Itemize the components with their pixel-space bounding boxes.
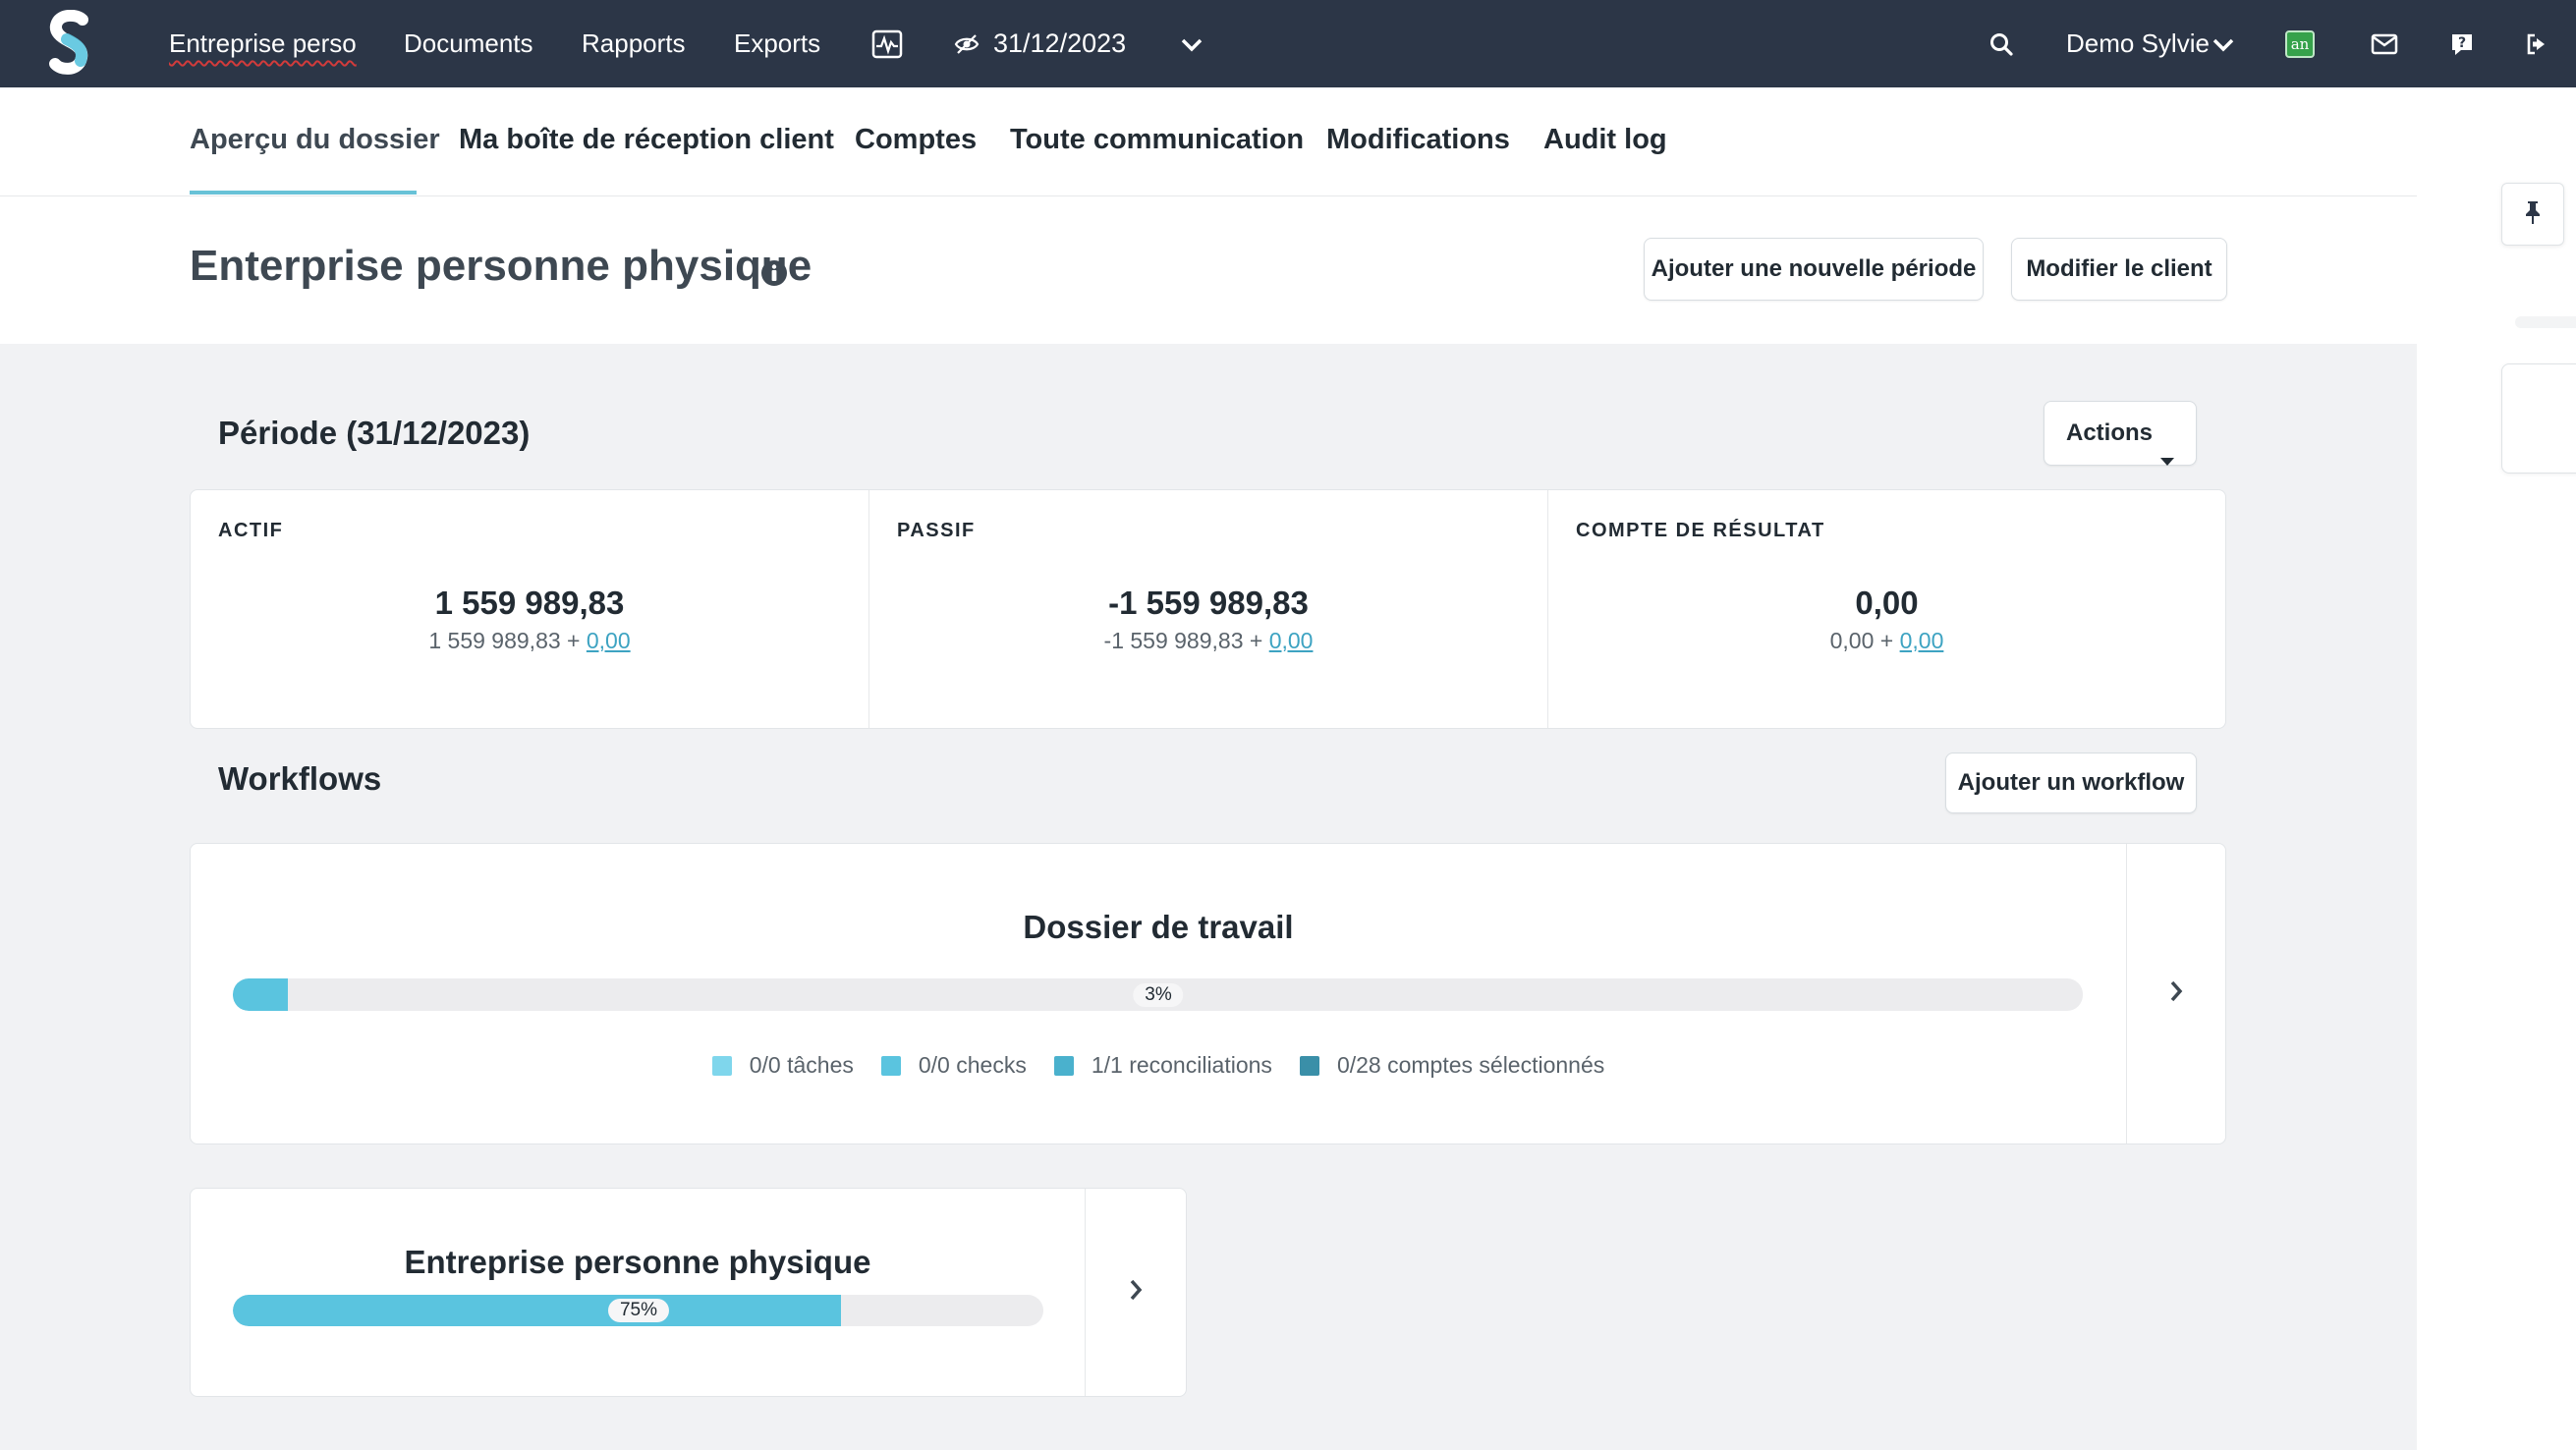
workflow-legend: 0/0 tâches 0/0 checks 1/1 reconciliation…: [191, 1052, 2126, 1079]
summary-label: PASSIF: [897, 520, 976, 541]
info-circle-icon[interactable]: [759, 258, 789, 293]
main-content: Période (31/12/2023) Actions ACTIF 1 559…: [0, 344, 2417, 1450]
tab-client-inbox[interactable]: Ma boîte de réception client: [459, 87, 834, 196]
progress-percentage: 75%: [607, 1299, 670, 1322]
legend-item-selected-accounts: 0/28 comptes sélectionnés: [1299, 1052, 1604, 1079]
chevron-right-icon: [2168, 979, 2184, 1008]
workflow-title: Dossier de travail: [1023, 909, 1294, 945]
sign-out-icon[interactable]: [2525, 0, 2550, 87]
actions-dropdown-button[interactable]: Actions: [2044, 401, 2197, 466]
workflow-title: Entreprise personne physique: [404, 1244, 871, 1280]
app-badge-icon[interactable]: an: [2285, 0, 2315, 87]
legend-item-checks: 0/0 checks: [880, 1052, 1027, 1079]
workflow-progress-bar: 3%: [233, 978, 2083, 1011]
summary-compte-de-resultat: COMPTE DE RÉSULTAT 0,00 0,00 + 0,00: [1547, 490, 2225, 728]
tab-modifications[interactable]: Modifications: [1326, 87, 1510, 196]
tab-communication[interactable]: Toute communication: [1010, 87, 1304, 196]
sidebar-tab[interactable]: [2515, 316, 2576, 328]
legend-swatch: [1053, 1055, 1074, 1076]
pin-sidebar-button[interactable]: [2501, 183, 2564, 246]
summary-label: ACTIF: [218, 520, 284, 541]
period-title: Période (31/12/2023): [218, 415, 531, 451]
tab-accounts[interactable]: Comptes: [855, 87, 977, 196]
summary-value: 1 559 989,83: [434, 585, 625, 621]
edit-client-button[interactable]: Modifier le client: [2011, 238, 2227, 301]
top-navbar: Entreprise perso Documents Rapports Expo…: [0, 0, 2576, 87]
open-workflow-button[interactable]: [2126, 844, 2225, 1143]
progress-fill: [233, 1295, 841, 1326]
caret-down-icon: [2160, 428, 2174, 491]
summary-value: -1 559 989,83: [1108, 585, 1309, 621]
add-workflow-button[interactable]: Ajouter un workflow: [1945, 753, 2197, 813]
summary-passif: PASSIF -1 559 989,83 -1 559 989,83 + 0,0…: [868, 490, 1547, 728]
workflow-card-dossier-de-travail[interactable]: Dossier de travail 3% 0/0 tâches 0/0 che…: [190, 843, 2226, 1144]
summary-breakdown: 0,00 + 0,00: [1829, 628, 1944, 653]
open-workflow-button[interactable]: [1085, 1189, 1186, 1396]
page-title: Enterprise personne physique: [190, 242, 812, 290]
summary-breakdown: -1 559 989,83 + 0,00: [1103, 628, 1314, 653]
period-summary-card: ACTIF 1 559 989,83 1 559 989,83 + 0,00 P…: [190, 489, 2226, 729]
workflows-title: Workflows: [218, 760, 382, 797]
legend-item-reconciliations: 1/1 reconciliations: [1053, 1052, 1272, 1079]
search-icon[interactable]: [1988, 0, 2014, 87]
progress-fill: [233, 978, 289, 1011]
summary-actif: ACTIF 1 559 989,83 1 559 989,83 + 0,00: [191, 490, 868, 728]
legend-swatch: [1299, 1055, 1319, 1076]
reports-link[interactable]: Rapports: [582, 0, 686, 87]
dossier-tabs: Aperçu du dossier Ma boîte de réception …: [0, 87, 2417, 196]
thumbtack-icon: [2523, 199, 2543, 230]
summary-value: 0,00: [1855, 585, 1919, 621]
summary-label: COMPTE DE RÉSULTAT: [1576, 520, 1825, 541]
user-menu[interactable]: Demo Sylvie: [2066, 0, 2210, 87]
adjustment-link[interactable]: 0,00: [587, 628, 631, 653]
documents-link[interactable]: Documents: [404, 0, 533, 87]
sidebar-panel[interactable]: [2501, 363, 2576, 474]
tab-audit-log[interactable]: Audit log: [1543, 87, 1667, 196]
active-tab-indicator: [190, 191, 417, 195]
period-chevron-down-icon[interactable]: [1180, 0, 1204, 87]
silverfin-logo-icon[interactable]: [47, 9, 92, 77]
chevron-right-icon: [1128, 1278, 1144, 1307]
activity-chart-icon[interactable]: [871, 0, 903, 87]
question-icon[interactable]: ?: [2449, 0, 2475, 87]
adjustment-link[interactable]: 0,00: [1900, 628, 1944, 653]
client-header: Enterprise personne physique Ajouter une…: [0, 196, 2417, 344]
svg-text:?: ?: [2458, 35, 2466, 51]
user-chevron-down-icon[interactable]: [2212, 0, 2235, 87]
legend-swatch: [880, 1055, 901, 1076]
right-sidebar: [2417, 87, 2576, 1450]
envelope-icon[interactable]: [2371, 0, 2398, 87]
client-link[interactable]: Entreprise perso: [169, 0, 357, 87]
tab-overview[interactable]: Aperçu du dossier: [190, 87, 440, 196]
period-selector[interactable]: 31/12/2023: [993, 0, 1126, 87]
summary-breakdown: 1 559 989,83 + 0,00: [428, 628, 631, 653]
eye-slash-icon[interactable]: [954, 0, 980, 87]
progress-percentage: 3%: [1133, 982, 1184, 1007]
legend-item-tasks: 0/0 tâches: [711, 1052, 854, 1079]
workflow-progress-bar: 75%: [233, 1295, 1043, 1326]
adjustment-link[interactable]: 0,00: [1269, 628, 1314, 653]
workflow-card-entreprise-personne-physique[interactable]: Entreprise personne physique 75%: [190, 1188, 1187, 1397]
add-period-button[interactable]: Ajouter une nouvelle période: [1644, 238, 1984, 301]
exports-link[interactable]: Exports: [734, 0, 820, 87]
legend-swatch: [711, 1055, 732, 1076]
